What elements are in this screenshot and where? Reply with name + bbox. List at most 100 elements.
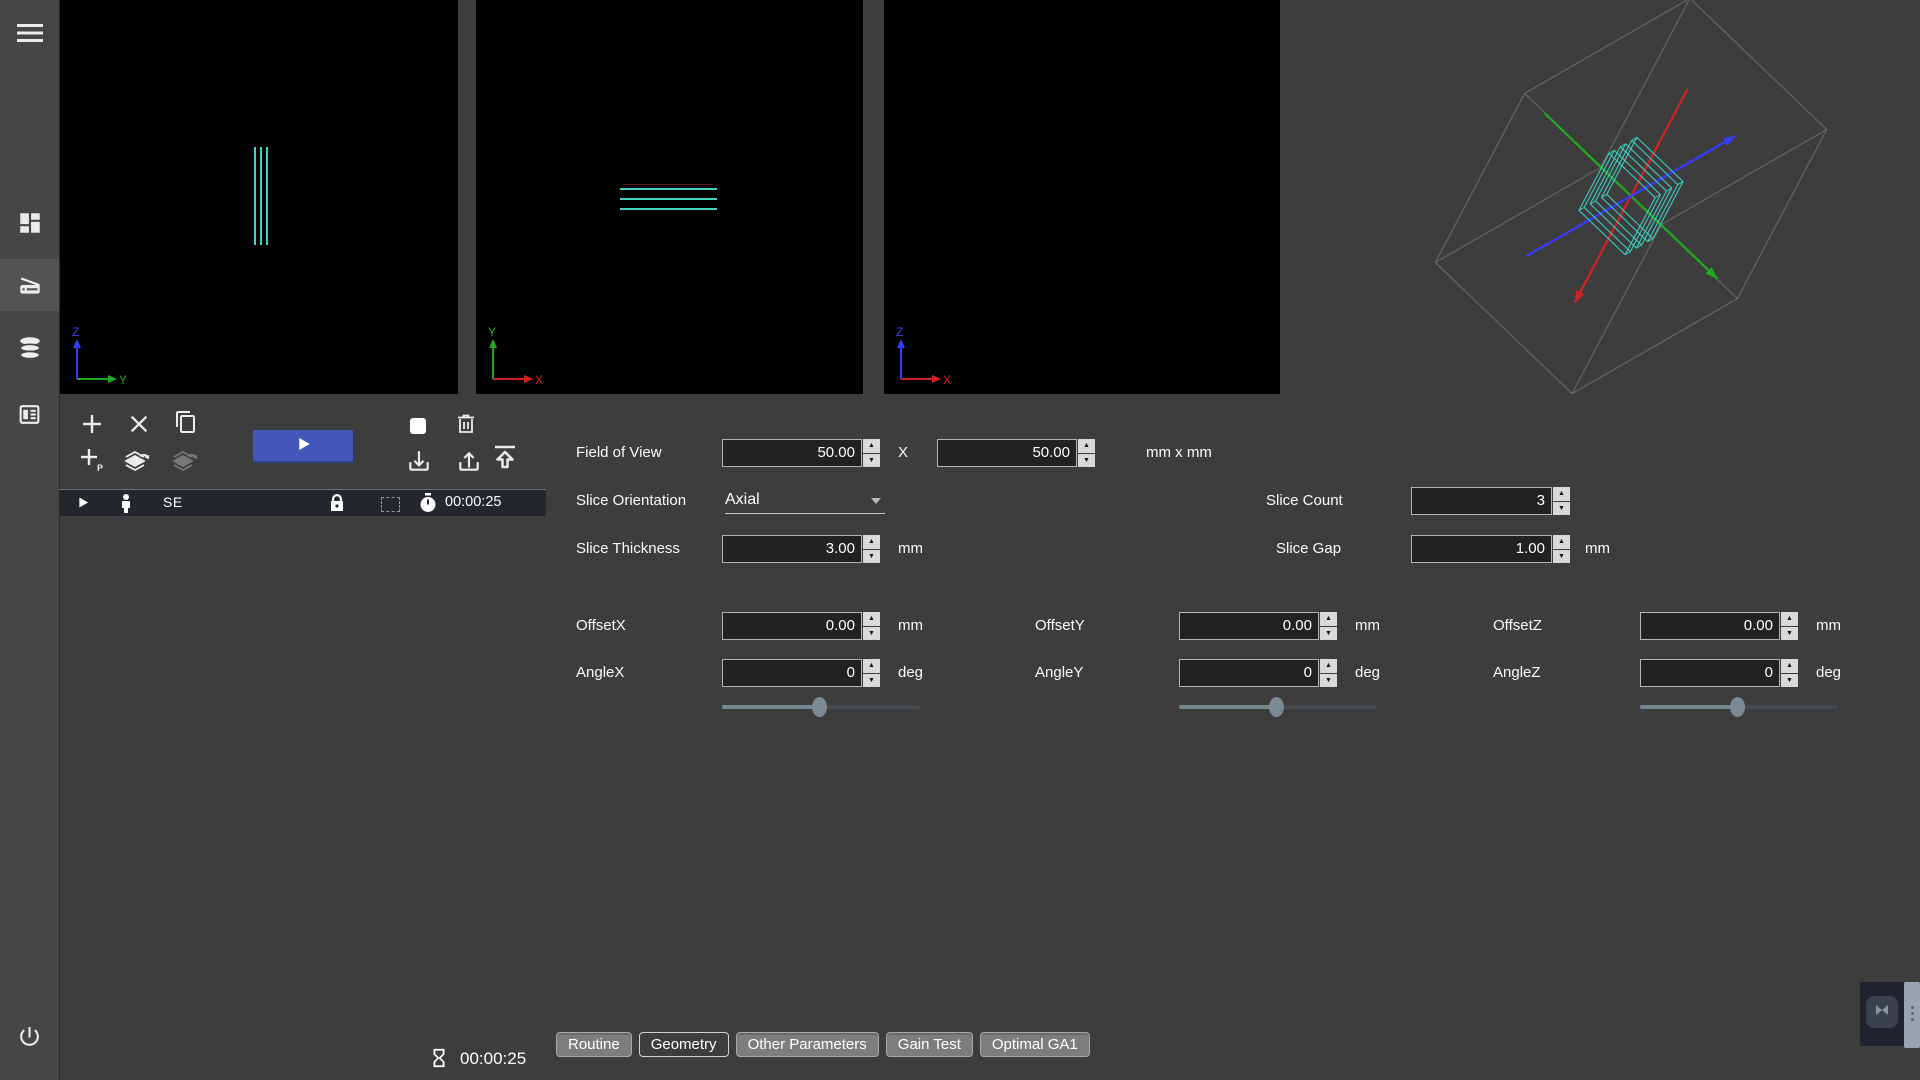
offset-y-value[interactable]: 0.00 — [1179, 612, 1319, 640]
delete-button[interactable] — [451, 411, 481, 441]
slider-thumb[interactable] — [1269, 697, 1284, 717]
slider-track[interactable] — [819, 705, 920, 709]
spinner-down-icon[interactable]: ▼ — [863, 454, 880, 468]
fov-x-field[interactable]: 50.00 ▲▼ — [722, 439, 880, 467]
spinner-down-icon[interactable]: ▼ — [1781, 627, 1798, 641]
slider-track[interactable] — [1737, 705, 1838, 709]
viewport-axial[interactable]: Z X — [884, 0, 1280, 394]
sidebar-item-protocols[interactable] — [0, 388, 59, 440]
angle-y-spinner[interactable]: ▲▼ — [1320, 659, 1337, 687]
angle-z-spinner[interactable]: ▲▼ — [1781, 659, 1798, 687]
angle-y-value[interactable]: 0 — [1179, 659, 1319, 687]
stop-button[interactable] — [403, 413, 433, 443]
fov-y-value[interactable]: 50.00 — [937, 439, 1077, 467]
viewport-coronal[interactable]: Y X — [476, 0, 863, 394]
slice-orientation-select[interactable]: Axial — [725, 487, 885, 514]
spinner-up-icon[interactable]: ▲ — [1553, 535, 1570, 549]
overlay-widget-button[interactable] — [1866, 996, 1898, 1028]
viewport-sagittal[interactable]: Z Y — [60, 0, 458, 394]
fov-y-field[interactable]: 50.00 ▲▼ — [937, 439, 1095, 467]
spinner-up-icon[interactable]: ▲ — [863, 659, 880, 673]
angle-z-slider[interactable] — [1640, 696, 1838, 718]
sequence-row[interactable]: SE 00:00:25 — [59, 489, 546, 516]
scroll-handle[interactable] — [1904, 982, 1920, 1048]
add-protocol-button[interactable]: P — [76, 447, 106, 477]
run-button[interactable] — [253, 430, 353, 463]
offset-x-value[interactable]: 0.00 — [722, 612, 862, 640]
offset-z-spinner[interactable]: ▲▼ — [1781, 612, 1798, 640]
angle-z-field[interactable]: 0 ▲▼ — [1640, 659, 1798, 687]
offset-y-spinner[interactable]: ▲▼ — [1320, 612, 1337, 640]
power-button[interactable] — [0, 1010, 59, 1062]
offset-x-field[interactable]: 0.00 ▲▼ — [722, 612, 880, 640]
spinner-down-icon[interactable]: ▼ — [1781, 674, 1798, 688]
spinner-down-icon[interactable]: ▼ — [1078, 454, 1095, 468]
sequence-play-button[interactable] — [75, 495, 90, 515]
slice-thickness-spinner[interactable]: ▲▼ — [863, 535, 880, 563]
tab-other-parameters[interactable]: Other Parameters — [736, 1032, 879, 1057]
tab-geometry[interactable]: Geometry — [639, 1032, 729, 1057]
spinner-down-icon[interactable]: ▼ — [1553, 502, 1570, 516]
spinner-down-icon[interactable]: ▼ — [863, 674, 880, 688]
fov-y-spinner[interactable]: ▲▼ — [1078, 439, 1095, 467]
fov-x-value[interactable]: 50.00 — [722, 439, 862, 467]
spinner-up-icon[interactable]: ▲ — [1781, 612, 1798, 626]
spinner-up-icon[interactable]: ▲ — [1320, 659, 1337, 673]
slice-gap-spinner[interactable]: ▲▼ — [1553, 535, 1570, 563]
spinner-up-icon[interactable]: ▲ — [863, 612, 880, 626]
spinner-up-icon[interactable]: ▲ — [863, 535, 880, 549]
slider-thumb[interactable] — [1730, 697, 1745, 717]
fov-x-spinner[interactable]: ▲▼ — [863, 439, 880, 467]
angle-z-value[interactable]: 0 — [1640, 659, 1780, 687]
spinner-up-icon[interactable]: ▲ — [863, 439, 880, 453]
slice-thickness-field[interactable]: 3.00 ▲▼ — [722, 535, 880, 563]
download-button[interactable] — [404, 448, 434, 478]
angle-y-slider[interactable] — [1179, 696, 1377, 718]
apply-layers-button[interactable] — [122, 447, 152, 477]
lock-icon[interactable] — [329, 493, 345, 513]
spinner-up-icon[interactable]: ▲ — [1781, 659, 1798, 673]
menu-button[interactable] — [0, 7, 59, 59]
spinner-up-icon[interactable]: ▲ — [1078, 439, 1095, 453]
slice-gap-field[interactable]: 1.00 ▲▼ — [1411, 535, 1570, 563]
tab-routine[interactable]: Routine — [556, 1032, 632, 1057]
angle-x-value[interactable]: 0 — [722, 659, 862, 687]
sidebar-item-database[interactable] — [0, 322, 59, 374]
slider-thumb[interactable] — [812, 697, 827, 717]
spinner-down-icon[interactable]: ▼ — [1320, 627, 1337, 641]
remove-button[interactable] — [124, 411, 154, 441]
slider-track-filled[interactable] — [1179, 705, 1276, 709]
slider-track[interactable] — [1276, 705, 1377, 709]
offset-z-value[interactable]: 0.00 — [1640, 612, 1780, 640]
sidebar-item-scanner[interactable] — [0, 259, 59, 311]
sidebar-item-dashboard[interactable] — [0, 197, 59, 249]
copy-button[interactable] — [171, 409, 201, 439]
slider-track-filled[interactable] — [722, 705, 819, 709]
tab-gain-test[interactable]: Gain Test — [886, 1032, 973, 1057]
angle-x-spinner[interactable]: ▲▼ — [863, 659, 880, 687]
angle-y-field[interactable]: 0 ▲▼ — [1179, 659, 1337, 687]
slider-track-filled[interactable] — [1640, 705, 1737, 709]
add-button[interactable] — [77, 411, 107, 441]
tab-optimal-ga1[interactable]: Optimal GA1 — [980, 1032, 1090, 1057]
publish-button[interactable] — [490, 444, 520, 474]
upload-button[interactable] — [454, 448, 484, 478]
spinner-down-icon[interactable]: ▼ — [863, 627, 880, 641]
spinner-up-icon[interactable]: ▲ — [1320, 612, 1337, 626]
spinner-down-icon[interactable]: ▼ — [1553, 550, 1570, 564]
slice-gap-value[interactable]: 1.00 — [1411, 535, 1552, 563]
offset-y-field[interactable]: 0.00 ▲▼ — [1179, 612, 1337, 640]
slice-thickness-value[interactable]: 3.00 — [722, 535, 862, 563]
spinner-down-icon[interactable]: ▼ — [863, 550, 880, 564]
spinner-up-icon[interactable]: ▲ — [1553, 487, 1570, 501]
selection-box-icon[interactable] — [381, 497, 400, 512]
offset-z-field[interactable]: 0.00 ▲▼ — [1640, 612, 1798, 640]
offset-x-spinner[interactable]: ▲▼ — [863, 612, 880, 640]
angle-x-slider[interactable] — [722, 696, 920, 718]
slice-count-value[interactable]: 3 — [1411, 487, 1552, 515]
slice-count-field[interactable]: 3 ▲▼ — [1411, 487, 1570, 515]
spinner-down-icon[interactable]: ▼ — [1320, 674, 1337, 688]
3d-geometry-view[interactable] — [1398, 0, 1864, 400]
slice-count-spinner[interactable]: ▲▼ — [1553, 487, 1570, 515]
angle-x-field[interactable]: 0 ▲▼ — [722, 659, 880, 687]
